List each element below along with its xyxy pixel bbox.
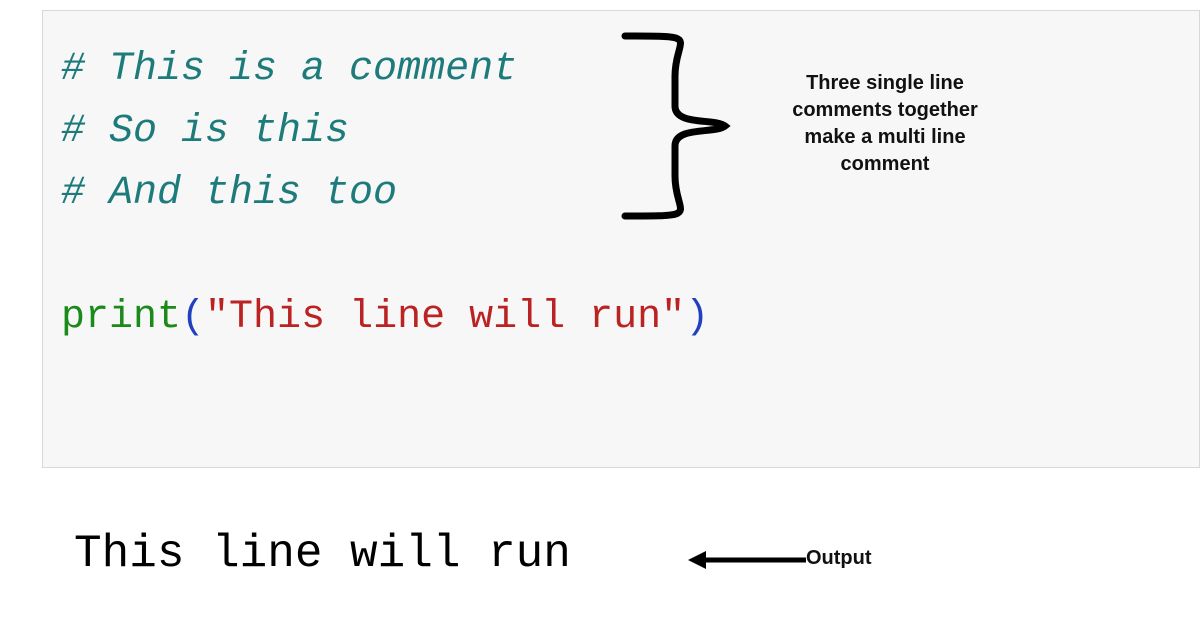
brace-annotation-text: Three single line comments together make…: [775, 70, 995, 178]
close-paren: ): [685, 295, 709, 340]
blank-line: [61, 225, 1181, 287]
open-paren: (: [181, 295, 205, 340]
output-text: This line will run: [74, 528, 571, 580]
print-statement: print("This line will run"): [61, 287, 1181, 349]
string-literal: "This line will run": [205, 295, 685, 340]
function-name: print: [61, 295, 181, 340]
arrow-left-icon: [688, 545, 808, 575]
output-label: Output: [806, 547, 872, 570]
